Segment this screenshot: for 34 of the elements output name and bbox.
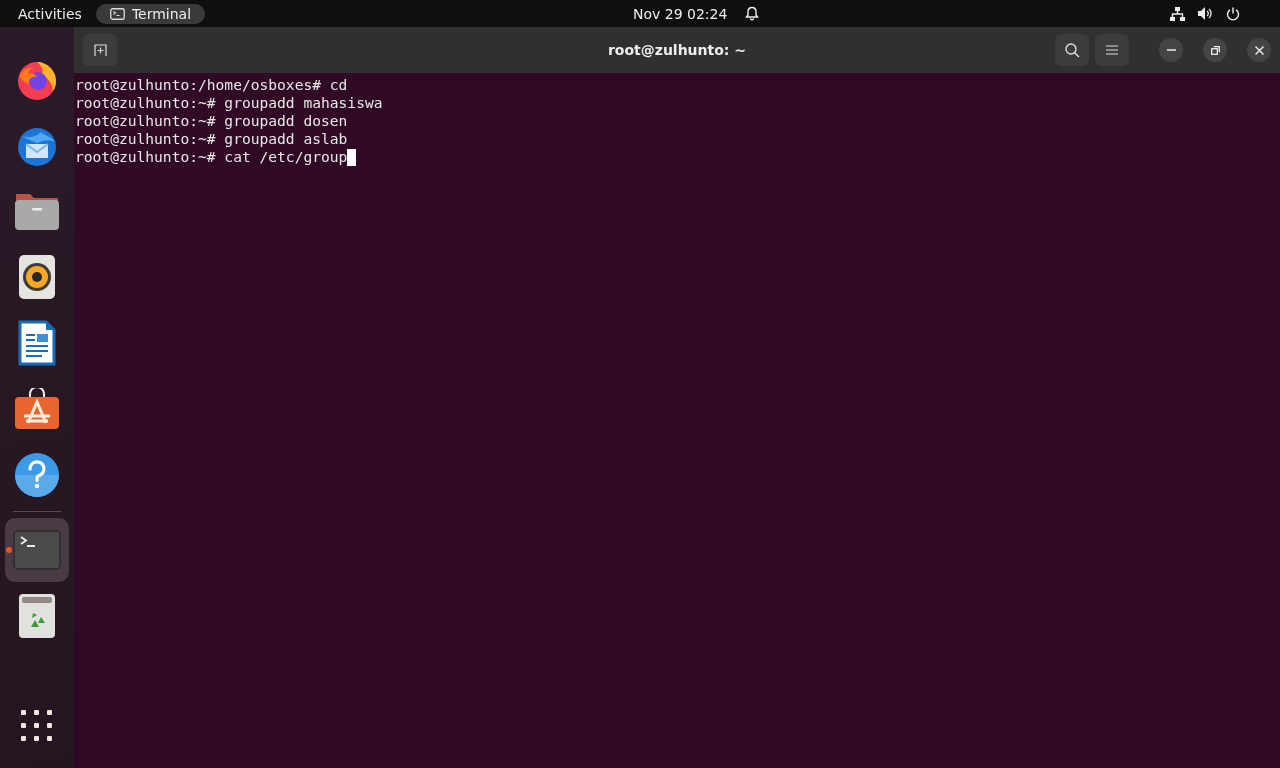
terminal-line: root@zulhunto:~# groupadd dosen [75, 112, 348, 130]
recycle-bin-icon[interactable] [18, 593, 56, 639]
activities-button[interactable]: Activities [18, 5, 82, 22]
app-grid-icon[interactable] [21, 710, 53, 742]
search-button[interactable] [1055, 34, 1089, 66]
help-icon[interactable] [14, 452, 60, 498]
bell-icon[interactable] [745, 6, 760, 21]
network-icon[interactable] [1170, 6, 1185, 21]
terminal-icon[interactable] [13, 530, 61, 570]
app-menu-button[interactable]: Terminal [95, 3, 206, 24]
new-tab-button[interactable] [83, 34, 117, 66]
menu-button[interactable] [1095, 34, 1129, 66]
window-title: root@zulhunto: ~ [607, 42, 747, 58]
close-icon [1254, 45, 1264, 55]
minimize-icon [1166, 49, 1176, 51]
clock[interactable]: Nov 29 02:24 [633, 5, 728, 22]
new-tab-icon [93, 44, 107, 56]
speaker-icon[interactable] [18, 254, 56, 300]
restore-button[interactable] [1203, 38, 1227, 62]
close-button[interactable] [1247, 38, 1271, 62]
restore-icon [1210, 45, 1220, 55]
terminal-line: root@zulhunto:~# groupadd mahasiswa [75, 94, 383, 112]
terminal-icon [109, 7, 125, 20]
volume-icon[interactable] [1198, 7, 1213, 20]
app-menu-label: Terminal [131, 5, 192, 22]
terminal-line: root@zulhunto:~# groupadd aslab [75, 130, 348, 148]
shopping-bag-icon[interactable] [14, 388, 60, 430]
document-icon[interactable] [18, 320, 56, 366]
power-icon[interactable] [1226, 6, 1240, 21]
minimize-button[interactable] [1159, 38, 1183, 62]
terminal-line: root@zulhunto:~# cat /etc/group [75, 148, 348, 166]
terminal-line: root@zulhunto:/home/osboxes# cd [75, 76, 348, 94]
menu-icon [1106, 45, 1118, 55]
search-icon [1064, 42, 1080, 58]
